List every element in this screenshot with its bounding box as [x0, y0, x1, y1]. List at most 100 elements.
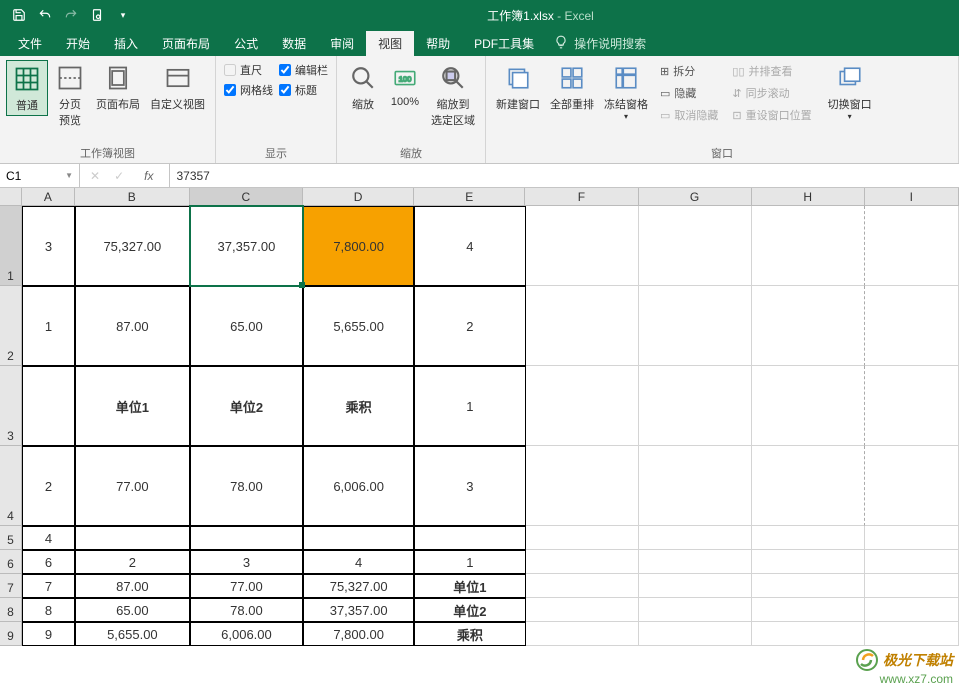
ruler-checkbox[interactable]: 直尺 [224, 62, 273, 78]
cell[interactable] [639, 366, 752, 446]
menu-help[interactable]: 帮助 [414, 31, 462, 56]
cell[interactable] [639, 206, 752, 286]
formula-input[interactable]: 37357 [170, 169, 959, 183]
save-icon[interactable] [8, 4, 30, 26]
cell[interactable]: 3 [22, 206, 75, 286]
cell[interactable]: 87.00 [75, 574, 190, 598]
cell[interactable]: 75,327.00 [75, 206, 190, 286]
cell[interactable] [526, 366, 639, 446]
cell[interactable] [865, 446, 959, 526]
confirm-icon[interactable]: ✓ [114, 169, 124, 183]
menu-home[interactable]: 开始 [54, 31, 102, 56]
cell[interactable] [22, 366, 75, 446]
cell[interactable]: 8 [22, 598, 75, 622]
cell[interactable]: 7,800.00 [303, 206, 414, 286]
cell[interactable]: 78.00 [190, 598, 303, 622]
cell[interactable] [865, 550, 959, 574]
cell[interactable] [526, 446, 639, 526]
cell[interactable] [526, 598, 639, 622]
cell[interactable]: 1 [414, 366, 525, 446]
row-header[interactable]: 3 [0, 366, 22, 446]
split-button[interactable]: ⊞拆分 [660, 62, 718, 80]
cell[interactable] [752, 206, 865, 286]
cell[interactable]: 37,357.00 [190, 206, 303, 286]
cell[interactable] [865, 622, 959, 646]
cell[interactable]: 65.00 [190, 286, 303, 366]
menu-file[interactable]: 文件 [6, 31, 54, 56]
hide-button[interactable]: ▭隐藏 [660, 84, 718, 102]
row-header[interactable]: 5 [0, 526, 22, 550]
cell[interactable]: 6,006.00 [303, 446, 414, 526]
cell-grid[interactable]: 375,327.0037,357.007,800.004187.0065.005… [22, 206, 959, 692]
cell[interactable]: 2 [75, 550, 190, 574]
cell[interactable] [526, 206, 639, 286]
cell[interactable]: 7 [22, 574, 75, 598]
select-all-corner[interactable] [0, 188, 22, 206]
selection-handle[interactable] [299, 282, 305, 288]
cell[interactable] [526, 286, 639, 366]
cancel-icon[interactable]: ✕ [90, 169, 100, 183]
cell[interactable] [526, 526, 639, 550]
view-normal-button[interactable]: 普通 [6, 60, 48, 116]
cell[interactable] [639, 622, 752, 646]
cell[interactable]: 单位2 [190, 366, 303, 446]
cell[interactable]: 1 [414, 550, 525, 574]
cell[interactable] [865, 574, 959, 598]
row-header[interactable]: 4 [0, 446, 22, 526]
cell[interactable] [75, 526, 190, 550]
print-preview-icon[interactable] [86, 4, 108, 26]
cell[interactable]: 4 [22, 526, 75, 550]
column-header-F[interactable]: F [525, 188, 638, 206]
cell[interactable]: 6 [22, 550, 75, 574]
column-header-A[interactable]: A [22, 188, 75, 206]
cell[interactable] [752, 598, 865, 622]
cell[interactable] [639, 598, 752, 622]
column-header-E[interactable]: E [414, 188, 525, 206]
menu-insert[interactable]: 插入 [102, 31, 150, 56]
menu-pdf[interactable]: PDF工具集 [462, 31, 546, 56]
cell[interactable]: 78.00 [190, 446, 303, 526]
menu-review[interactable]: 审阅 [318, 31, 366, 56]
column-header-H[interactable]: H [752, 188, 865, 206]
cell[interactable] [752, 550, 865, 574]
cell[interactable] [865, 598, 959, 622]
cell[interactable] [639, 286, 752, 366]
cell[interactable]: 6,006.00 [190, 622, 303, 646]
row-header[interactable]: 8 [0, 598, 22, 622]
menu-data[interactable]: 数据 [270, 31, 318, 56]
cell[interactable] [752, 526, 865, 550]
cell[interactable]: 4 [303, 550, 414, 574]
cell[interactable]: 75,327.00 [303, 574, 414, 598]
column-header-I[interactable]: I [865, 188, 959, 206]
cell[interactable] [639, 574, 752, 598]
redo-icon[interactable] [60, 4, 82, 26]
cell[interactable]: 4 [414, 206, 525, 286]
view-custom-button[interactable]: 自定义视图 [146, 60, 209, 114]
column-header-G[interactable]: G [639, 188, 752, 206]
zoom-selection-button[interactable]: 缩放到选定区域 [427, 60, 479, 130]
cell[interactable] [414, 526, 525, 550]
name-box[interactable]: C1 ▼ [0, 164, 80, 187]
new-window-button[interactable]: 新建窗口 [492, 60, 544, 114]
menu-pagelayout[interactable]: 页面布局 [150, 31, 222, 56]
cell[interactable]: 77.00 [190, 574, 303, 598]
view-pagebreak-button[interactable]: 分页预览 [50, 60, 90, 130]
cell[interactable]: 65.00 [75, 598, 190, 622]
zoom-100-button[interactable]: 100 100% [385, 60, 425, 110]
cell[interactable] [752, 622, 865, 646]
cell[interactable]: 乘积 [414, 622, 525, 646]
cell[interactable] [865, 366, 959, 446]
cell[interactable]: 3 [414, 446, 525, 526]
column-header-C[interactable]: C [190, 188, 303, 206]
zoom-button[interactable]: 缩放 [343, 60, 383, 114]
column-header-B[interactable]: B [75, 188, 190, 206]
menu-view[interactable]: 视图 [366, 31, 414, 56]
cell[interactable] [190, 526, 303, 550]
cell[interactable]: 5,655.00 [75, 622, 190, 646]
cell[interactable] [526, 574, 639, 598]
row-header[interactable]: 9 [0, 622, 22, 646]
arrange-all-button[interactable]: 全部重排 [546, 60, 598, 114]
undo-icon[interactable] [34, 4, 56, 26]
cell[interactable]: 单位1 [414, 574, 525, 598]
cell[interactable] [752, 574, 865, 598]
